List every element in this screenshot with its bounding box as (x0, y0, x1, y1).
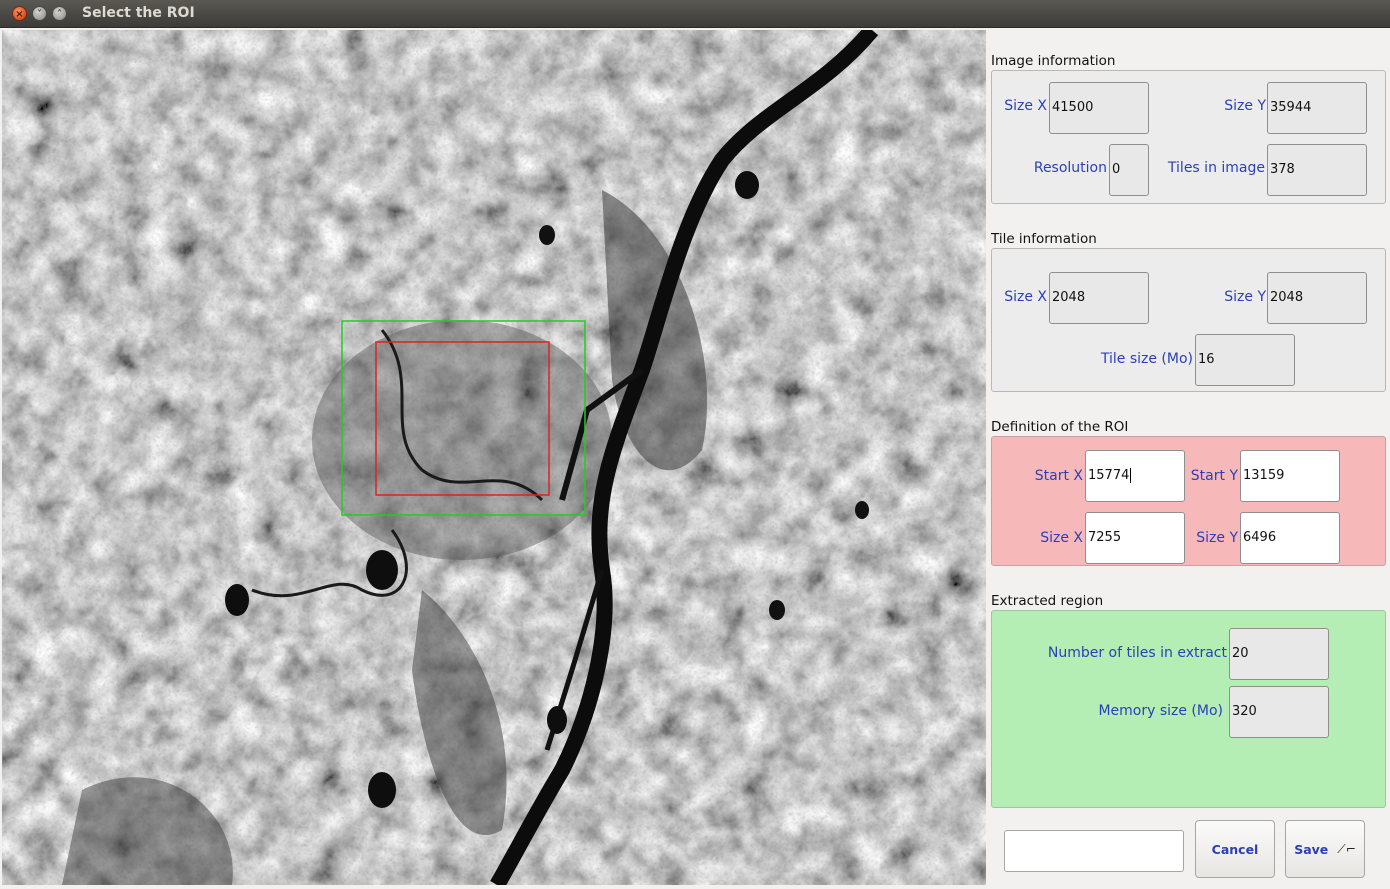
resolution-label: Resolution (1033, 160, 1107, 176)
roi-definition-title: Definition of the ROI (991, 419, 1129, 435)
tiles-in-image-label: Tiles in image (1167, 160, 1265, 176)
info-panel: Image information Size X 41500 Size Y 35… (988, 30, 1390, 889)
save-icon: ⟋⌐ (1337, 841, 1356, 856)
image-information-title: Image information (991, 53, 1116, 69)
roi-size-y-label: Size Y (1196, 530, 1238, 546)
extracted-region-group: Number of tiles in extract 20 Memory siz… (991, 610, 1386, 808)
image-size-x-label: Size X (1004, 98, 1047, 114)
maximize-icon[interactable]: ˄ (52, 6, 67, 21)
window-title: Select the ROI (82, 5, 195, 21)
close-icon[interactable]: × (12, 6, 27, 21)
lake (225, 584, 249, 616)
roi-start-y-field[interactable]: 13159 (1240, 450, 1340, 502)
tiles-in-extract-label: Number of tiles in extract (1047, 645, 1227, 661)
image-size-y-label: Size Y (1224, 98, 1266, 114)
tiles-in-extract-field[interactable]: 20 (1229, 628, 1329, 680)
tile-size-x-label: Size X (1004, 289, 1047, 305)
lake (539, 225, 555, 245)
lake (366, 550, 398, 590)
roi-start-y-label: Start Y (1190, 468, 1238, 484)
resolution-field[interactable]: 0 (1109, 144, 1149, 196)
tile-size-x-field[interactable]: 2048 (1049, 272, 1149, 324)
roi-size-x-field[interactable]: 7255 (1085, 512, 1185, 564)
roi-size-y-field[interactable]: 6496 (1240, 512, 1340, 564)
cancel-button[interactable]: Cancel (1195, 820, 1275, 878)
roi-definition-group: Start X 15774 Start Y 13159 Size X 7255 … (991, 436, 1386, 566)
extracted-region-title: Extracted region (991, 593, 1104, 609)
roi-start-x-field[interactable]: 15774 (1085, 450, 1185, 502)
save-button[interactable]: Save ⟋⌐ (1285, 820, 1365, 878)
city-area (312, 320, 612, 560)
tile-information-title: Tile information (991, 231, 1097, 247)
tile-size-mo-label: Tile size (Mo) (1100, 351, 1193, 367)
lake (547, 706, 567, 734)
memory-size-label: Memory size (Mo) (1098, 703, 1223, 719)
satellite-image[interactable] (2, 30, 986, 885)
roi-start-x-value: 15774 (1088, 468, 1130, 483)
text-caret (1130, 468, 1132, 483)
tile-size-y-field[interactable]: 2048 (1267, 272, 1367, 324)
status-field[interactable] (1004, 830, 1184, 872)
lake (769, 600, 785, 620)
lake (855, 501, 869, 519)
roi-start-x-label: Start X (1034, 468, 1083, 484)
roi-size-x-label: Size X (1040, 530, 1083, 546)
image-size-x-field[interactable]: 41500 (1049, 82, 1149, 134)
image-size-y-field[interactable]: 35944 (1267, 82, 1367, 134)
memory-size-field[interactable]: 320 (1229, 686, 1329, 738)
tile-size-mo-field[interactable]: 16 (1195, 334, 1295, 386)
satellite-image-view[interactable] (2, 30, 986, 885)
tiles-in-image-field[interactable]: 378 (1267, 144, 1367, 196)
minimize-icon[interactable]: ˅ (32, 6, 47, 21)
window-titlebar: × ˅ ˄ Select the ROI (0, 0, 1390, 28)
lake (735, 171, 759, 199)
lake (368, 772, 396, 808)
tile-information-group: Size X 2048 Size Y 2048 Tile size (Mo) 1… (991, 248, 1386, 392)
save-button-label: Save (1294, 841, 1329, 857)
tile-size-y-label: Size Y (1224, 289, 1266, 305)
image-information-group: Size X 41500 Size Y 35944 Resolution 0 T… (991, 70, 1386, 204)
